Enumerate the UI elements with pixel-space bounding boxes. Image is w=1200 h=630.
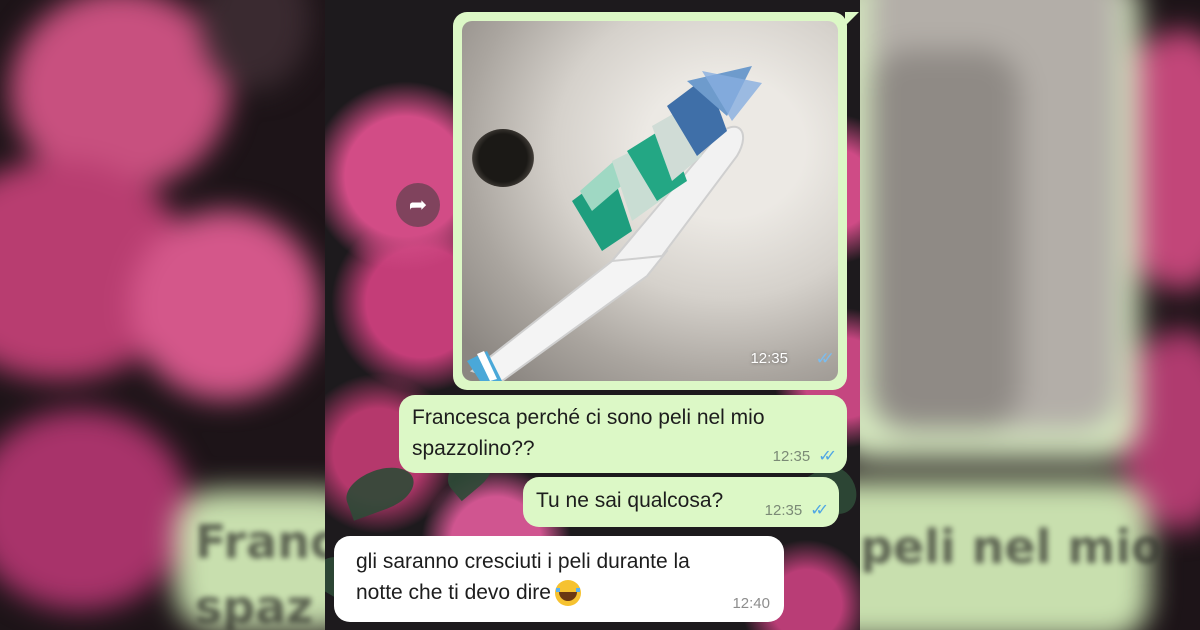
message-text: Tu ne sai qualcosa? <box>536 489 724 512</box>
read-ticks-icon: ✓✓ <box>810 502 829 519</box>
forward-icon[interactable]: ➦ <box>396 183 440 227</box>
message-time: 12:35 <box>764 501 803 519</box>
blurred-background-left: Franc spaz <box>0 0 325 630</box>
read-ticks-icon: ✓✓ <box>815 349 835 368</box>
bubble-tail <box>845 12 859 26</box>
toothbrush-image <box>467 66 762 381</box>
laughing-emoji-icon <box>554 580 581 607</box>
chat-screenshot: ➦ 12:35 ✓✓ Francesca perché ci sono peli… <box>325 0 860 630</box>
toothbrush-photo[interactable]: 12:35 ✓✓ <box>462 21 838 381</box>
message-time: 12:35 <box>750 350 788 367</box>
message-text-line: spazzolino?? <box>412 437 535 460</box>
message-time: 12:40 <box>732 595 770 612</box>
incoming-message-bubble[interactable]: gli saranno cresciuti i peli durante la … <box>334 536 784 622</box>
message-text-line: Francesca perché ci sono peli nel mio <box>412 406 765 429</box>
blurred-background-right: peli nel mio <box>860 0 1200 630</box>
message-time: 12:35 <box>772 447 811 465</box>
message-text-line: gli saranno cresciuti i peli durante la <box>356 550 690 573</box>
image-message-bubble[interactable]: 12:35 ✓✓ <box>453 12 859 390</box>
message-bubble[interactable]: Francesca perché ci sono peli nel mio sp… <box>399 395 847 473</box>
read-ticks-icon: ✓✓ <box>818 448 837 465</box>
message-bubble[interactable]: Tu ne sai qualcosa? 12:35 ✓✓ <box>523 477 839 527</box>
message-text-line: notte che ti devo dire <box>356 581 551 604</box>
